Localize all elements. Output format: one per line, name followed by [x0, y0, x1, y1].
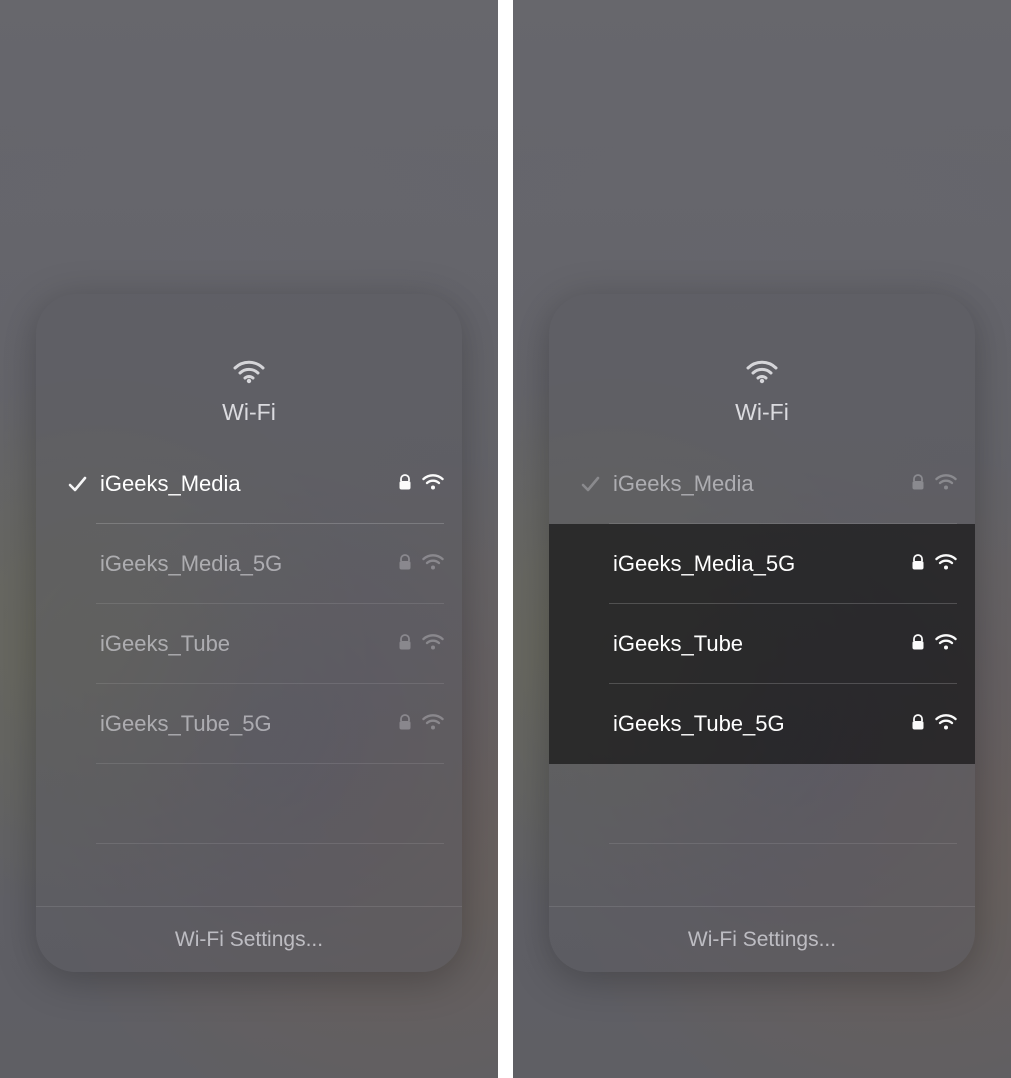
- panel-header: Wi-Fi: [549, 294, 975, 444]
- network-row[interactable]: iGeeks_Media_5G: [36, 524, 462, 604]
- network-status: [911, 713, 957, 736]
- network-status: [398, 553, 444, 576]
- empty-row: [549, 764, 975, 844]
- network-row[interactable]: iGeeks_Tube_5G: [549, 684, 975, 764]
- wifi-signal-icon: [935, 473, 957, 496]
- lock-icon: [398, 713, 412, 736]
- panel-title: Wi-Fi: [222, 399, 276, 426]
- screen-right: Wi-Fi iGeeks_Media: [513, 0, 1011, 1078]
- network-name: iGeeks_Media: [96, 471, 398, 497]
- wifi-settings-button[interactable]: Wi-Fi Settings...: [36, 906, 462, 972]
- network-name: iGeeks_Media: [609, 471, 911, 497]
- network-row[interactable]: iGeeks_Media: [549, 444, 975, 524]
- wifi-signal-icon: [935, 713, 957, 736]
- network-name: iGeeks_Tube_5G: [609, 711, 911, 737]
- wifi-icon: [233, 360, 265, 389]
- network-status: [911, 473, 957, 496]
- network-row[interactable]: iGeeks_Tube_5G: [36, 684, 462, 764]
- network-name: iGeeks_Media_5G: [96, 551, 398, 577]
- wifi-signal-icon: [935, 633, 957, 656]
- lock-icon: [398, 633, 412, 656]
- lock-icon: [398, 473, 412, 496]
- panel-header: Wi-Fi: [36, 294, 462, 444]
- network-status: [911, 553, 957, 576]
- wifi-panel: Wi-Fi iGeeks_Media: [549, 294, 975, 972]
- screen-divider: [498, 0, 513, 1078]
- lock-icon: [398, 553, 412, 576]
- empty-row: [36, 764, 462, 844]
- lock-icon: [911, 473, 925, 496]
- wifi-signal-icon: [422, 473, 444, 496]
- wifi-settings-label: Wi-Fi Settings...: [688, 928, 836, 952]
- wifi-signal-icon: [422, 713, 444, 736]
- network-row[interactable]: iGeeks_Tube: [36, 604, 462, 684]
- panel-title: Wi-Fi: [735, 399, 789, 426]
- network-row[interactable]: iGeeks_Tube: [549, 604, 975, 684]
- network-row[interactable]: iGeeks_Media: [36, 444, 462, 524]
- lock-icon: [911, 553, 925, 576]
- wifi-settings-button[interactable]: Wi-Fi Settings...: [549, 906, 975, 972]
- network-list: iGeeks_Media iGeeks_Media_5G: [36, 444, 462, 844]
- network-name: iGeeks_Tube_5G: [96, 711, 398, 737]
- wifi-signal-icon: [935, 553, 957, 576]
- wifi-icon: [746, 360, 778, 389]
- wifi-panel: Wi-Fi iGeeks_Media: [36, 294, 462, 972]
- network-row[interactable]: iGeeks_Media_5G: [549, 524, 975, 604]
- checkmark-icon: [571, 473, 609, 495]
- network-status: [911, 633, 957, 656]
- lock-icon: [911, 713, 925, 736]
- checkmark-icon: [58, 473, 96, 495]
- lock-icon: [911, 633, 925, 656]
- network-name: iGeeks_Tube: [609, 631, 911, 657]
- wifi-signal-icon: [422, 633, 444, 656]
- network-status: [398, 633, 444, 656]
- screen-left: Wi-Fi iGeeks_Media: [0, 0, 498, 1078]
- wifi-settings-label: Wi-Fi Settings...: [175, 928, 323, 952]
- network-status: [398, 713, 444, 736]
- wifi-signal-icon: [422, 553, 444, 576]
- network-name: iGeeks_Media_5G: [609, 551, 911, 577]
- network-status: [398, 473, 444, 496]
- network-name: iGeeks_Tube: [96, 631, 398, 657]
- network-list: iGeeks_Media iGeeks_Media_5G: [549, 444, 975, 844]
